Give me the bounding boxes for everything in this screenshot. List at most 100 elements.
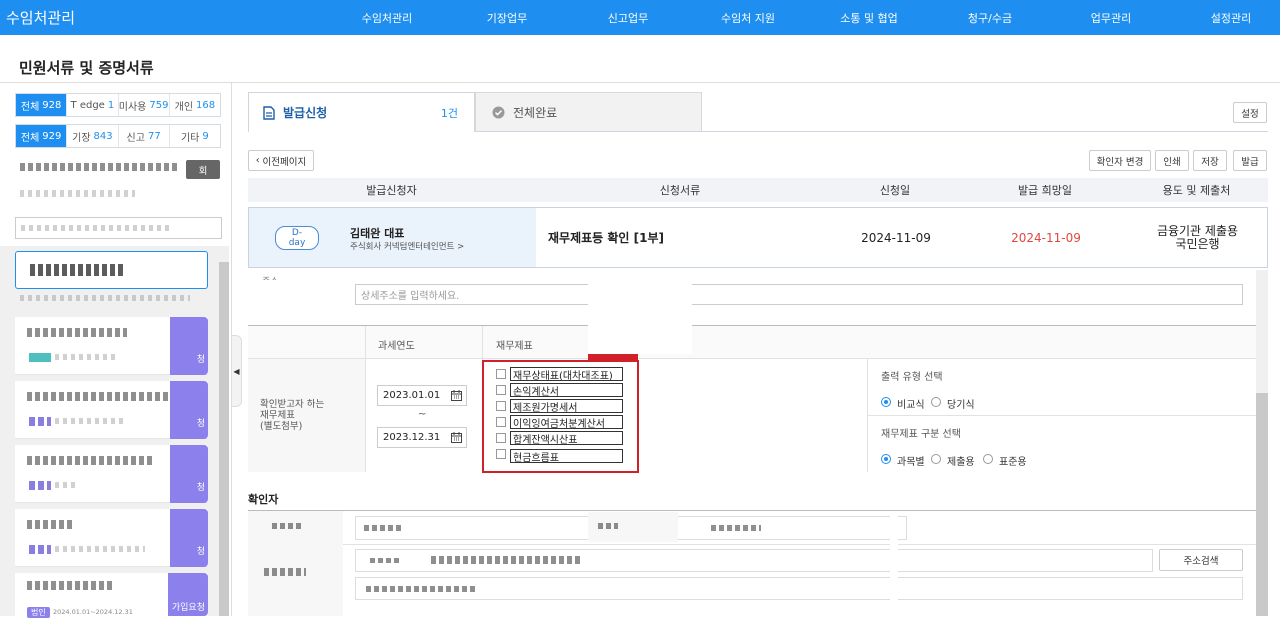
radio-current[interactable] — [931, 397, 941, 407]
filter-tedge[interactable]: T edge 1 — [67, 94, 119, 116]
back-button[interactable]: ‹ 이전페이지 — [248, 150, 314, 171]
financial-header: 재무제표 — [496, 341, 533, 352]
nav-communication[interactable]: 소통 및 협업 — [840, 10, 898, 26]
applicant-company-link[interactable]: 주식회사 커넥텀엔터테인먼트 > — [350, 240, 464, 252]
highlight-tab — [588, 354, 638, 360]
redacted-text — [20, 295, 190, 301]
header-applicant: 발급신청자 — [248, 178, 535, 202]
purpose-cell: 금융기관 제출용 국민은행 — [1126, 208, 1269, 267]
tab-issue-request-label: 발급신청 — [283, 106, 328, 120]
statement-checkbox[interactable] — [496, 401, 506, 411]
radio-by-account[interactable] — [881, 454, 891, 464]
client-card[interactable]: 청 — [15, 381, 208, 439]
filter-filing[interactable]: 신고 77 — [119, 125, 170, 147]
radio-current-label: 당기식 — [947, 400, 975, 411]
nav-billing[interactable]: 청구/수금 — [968, 10, 1012, 26]
redacted-text — [598, 523, 618, 529]
brand-logo[interactable]: 수임처관리 — [6, 7, 75, 28]
document-icon — [263, 105, 275, 120]
card-tag: 청 — [170, 445, 208, 503]
filter-all[interactable]: 전체 928 — [16, 94, 68, 116]
collapse-sidebar-handle[interactable]: ◀ — [232, 335, 242, 407]
filter-type-all[interactable]: 전체 929 — [16, 125, 68, 147]
nav-work-management[interactable]: 업무관리 — [1091, 10, 1131, 26]
statement-label: 합계잔액시산표 — [510, 431, 623, 445]
change-confirmer-button[interactable]: 확인자 변경 — [1089, 150, 1151, 171]
redacted-badge — [29, 417, 51, 426]
sidebar-scrollbar-thumb[interactable] — [219, 262, 229, 616]
settings-button[interactable]: 설정 — [1233, 102, 1267, 123]
tab-all-complete[interactable]: 전체완료 — [475, 92, 702, 132]
zip-code-input[interactable] — [355, 549, 1153, 572]
radio-by-account-label: 과목별 — [897, 457, 925, 468]
client-card[interactable]: 법인 2024.01.01~2024.12.31 가입요청 — [15, 573, 208, 618]
table-row[interactable]: D-day 김태완 대표 주식회사 커넥텀엔터테인먼트 > 재무제표등 확인 [… — [248, 207, 1268, 268]
sidebar-search-input[interactable] — [15, 217, 222, 239]
card-tag: 청 — [170, 509, 208, 567]
output-type-label: 출력 유형 선택 — [881, 372, 943, 383]
statement-checkbox[interactable] — [496, 385, 506, 395]
redacted-text — [264, 568, 306, 576]
tab-all-complete-label: 전체완료 — [513, 105, 558, 120]
statement-checkbox[interactable] — [496, 433, 506, 443]
client-card-selected[interactable] — [15, 251, 208, 289]
statement-checkbox[interactable] — [496, 417, 506, 427]
radio-submission[interactable] — [931, 454, 941, 464]
filter-unused[interactable]: 미사용 759 — [119, 94, 170, 116]
calendar-icon[interactable] — [451, 390, 462, 404]
calendar-icon[interactable] — [451, 432, 462, 446]
radio-comparative[interactable] — [881, 397, 891, 407]
row-divider — [248, 358, 1256, 359]
nav-client-management[interactable]: 수임처관리 — [362, 10, 413, 26]
financial-row-label: 확인받고자 하는 재무제표 (별도첨부) — [260, 399, 324, 432]
statement-checkbox[interactable] — [496, 449, 506, 459]
confirmer-title: 확인자 — [248, 493, 279, 506]
nav-settings[interactable]: 설정관리 — [1211, 10, 1251, 26]
confirmer-divider — [248, 510, 1256, 511]
date-range-tilde: ~ — [418, 409, 427, 420]
redacted-name — [27, 456, 152, 465]
financial-row-label-line3: (별도첨부) — [260, 421, 303, 432]
filter-bookkeeping[interactable]: 기장 843 — [67, 125, 119, 147]
dday-badge-cell: D-day — [275, 208, 319, 267]
filter-individual[interactable]: 개인 168 — [170, 94, 220, 116]
issue-button[interactable]: 발급 — [1233, 150, 1267, 171]
redacted-badge — [29, 481, 51, 490]
address-input[interactable] — [355, 577, 1243, 600]
row-divider — [343, 544, 1256, 545]
filter-row-usage: 전체 928 T edge 1 미사용 759 개인 168 — [15, 93, 221, 117]
address-search-button[interactable]: 주소검색 — [1159, 549, 1243, 571]
nav-filing[interactable]: 신고업무 — [608, 10, 648, 26]
chevron-left-icon: ‹ — [255, 155, 260, 166]
header-apply-date: 신청일 — [825, 178, 965, 202]
print-button[interactable]: 인쇄 — [1155, 150, 1189, 171]
statement-label: 현금흐름표 — [510, 449, 623, 463]
date-to-input[interactable]: 2023.12.31 — [377, 427, 467, 448]
statement-label: 손익계산서 — [510, 383, 623, 397]
tab-issue-request[interactable]: 발급신청 1건 — [248, 92, 475, 132]
hope-date: 2024-11-09 — [1011, 230, 1081, 245]
financial-row-label-line2: 재무제표 — [260, 410, 295, 421]
client-card[interactable]: 청 — [15, 317, 208, 375]
form-scrollbar-thumb[interactable] — [1256, 393, 1268, 616]
radio-standard[interactable] — [983, 454, 993, 464]
overlay-patch — [588, 268, 692, 354]
check-circle-icon — [492, 106, 505, 119]
redacted-text — [55, 546, 145, 552]
period-text: 2024.01.01~2024.12.31 — [53, 608, 133, 616]
client-card[interactable]: 청 — [15, 445, 208, 503]
nav-client-support[interactable]: 수임처 지원 — [721, 10, 775, 26]
nav-bookkeeping[interactable]: 기장업무 — [487, 10, 527, 26]
classification-label: 재무제표 구분 선택 — [881, 429, 961, 440]
filter-other[interactable]: 기타 9 — [170, 125, 220, 147]
redacted-badge — [29, 545, 51, 554]
detail-address-input[interactable]: 상세주소를 입력하세요. — [355, 284, 1243, 305]
client-card[interactable]: 청 — [15, 509, 208, 567]
sidebar-small-button[interactable]: 회 — [186, 160, 220, 179]
title-divider — [0, 82, 1280, 83]
card-tag: 가입요청 — [168, 573, 208, 616]
date-from-input[interactable]: 2023.01.01 — [377, 385, 467, 406]
back-button-label: 이전페이지 — [262, 156, 307, 168]
save-button[interactable]: 저장 — [1193, 150, 1227, 171]
statement-checkbox[interactable] — [496, 369, 506, 379]
